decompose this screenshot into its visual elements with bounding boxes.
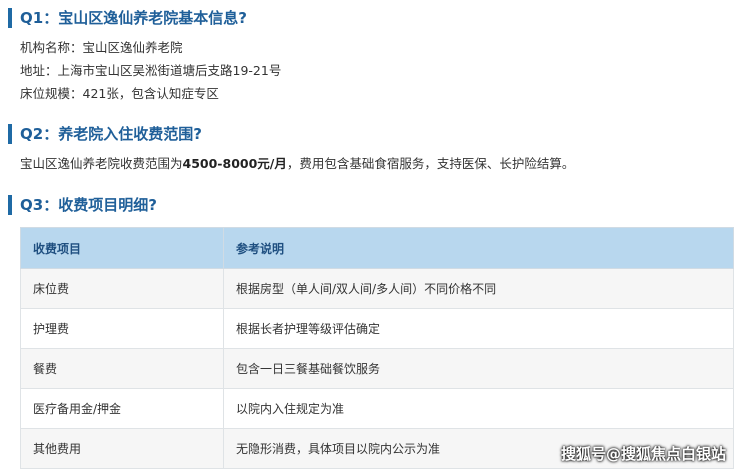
q2-title: Q2：养老院入住收费范围? — [8, 124, 732, 144]
cell-description: 根据房型（单人间/双人间/多人间）不同价格不同 — [223, 268, 734, 309]
fee-range-text: 宝山区逸仙养老院收费范围为4500-8000元/月，费用包含基础食宿服务，支持医… — [8, 152, 732, 175]
address: 地址：上海市宝山区吴淞街道塘后支路19-21号 — [20, 63, 282, 78]
cell-description: 根据长者护理等级评估确定 — [223, 308, 734, 349]
table-row: 护理费 根据长者护理等级评估确定 — [20, 308, 734, 349]
cell-fee-item: 床位费 — [20, 268, 224, 309]
fee-table: 收费项目 参考说明 床位费 根据房型（单人间/双人间/多人间）不同价格不同 护理… — [20, 227, 734, 469]
cell-fee-item: 护理费 — [20, 308, 224, 349]
section-q3: Q3：收费项目明细? — [8, 195, 732, 223]
table-row: 餐费 包含一日三餐基础餐饮服务 — [20, 348, 734, 389]
table-row: 床位费 根据房型（单人间/双人间/多人间）不同价格不同 — [20, 268, 734, 309]
fee-range-value: 4500-8000元/月 — [182, 156, 287, 171]
table-row: 医疗备用金/押金 以院内入住规定为准 — [20, 388, 734, 429]
cell-fee-item: 餐费 — [20, 348, 224, 389]
bed-scale: 床位规模：421张，包含认知症专区 — [20, 86, 219, 101]
cell-description: 包含一日三餐基础餐饮服务 — [223, 348, 734, 389]
watermark: 搜狐号@搜狐焦点白银站 — [560, 445, 726, 463]
section-q2: Q2：养老院入住收费范围? 宝山区逸仙养老院收费范围为4500-8000元/月，… — [8, 124, 732, 175]
institution-name: 机构名称：宝山区逸仙养老院 — [20, 40, 183, 55]
q1-title: Q1：宝山区逸仙养老院基本信息? — [8, 8, 732, 28]
fee-range-prefix: 宝山区逸仙养老院收费范围为 — [20, 156, 183, 171]
fee-range-suffix: ，费用包含基础食宿服务，支持医保、长护险结算。 — [286, 156, 575, 171]
header-fee-item: 收费项目 — [20, 227, 224, 269]
cell-description: 以院内入住规定为准 — [223, 388, 734, 429]
cell-fee-item: 医疗备用金/押金 — [20, 388, 224, 429]
section-q1: Q1：宝山区逸仙养老院基本信息? 机构名称：宝山区逸仙养老院 地址：上海市宝山区… — [8, 8, 732, 105]
cell-fee-item: 其他费用 — [20, 428, 224, 469]
table-header-row: 收费项目 参考说明 — [20, 227, 734, 269]
header-description: 参考说明 — [223, 227, 734, 269]
q3-title: Q3：收费项目明细? — [8, 195, 732, 215]
